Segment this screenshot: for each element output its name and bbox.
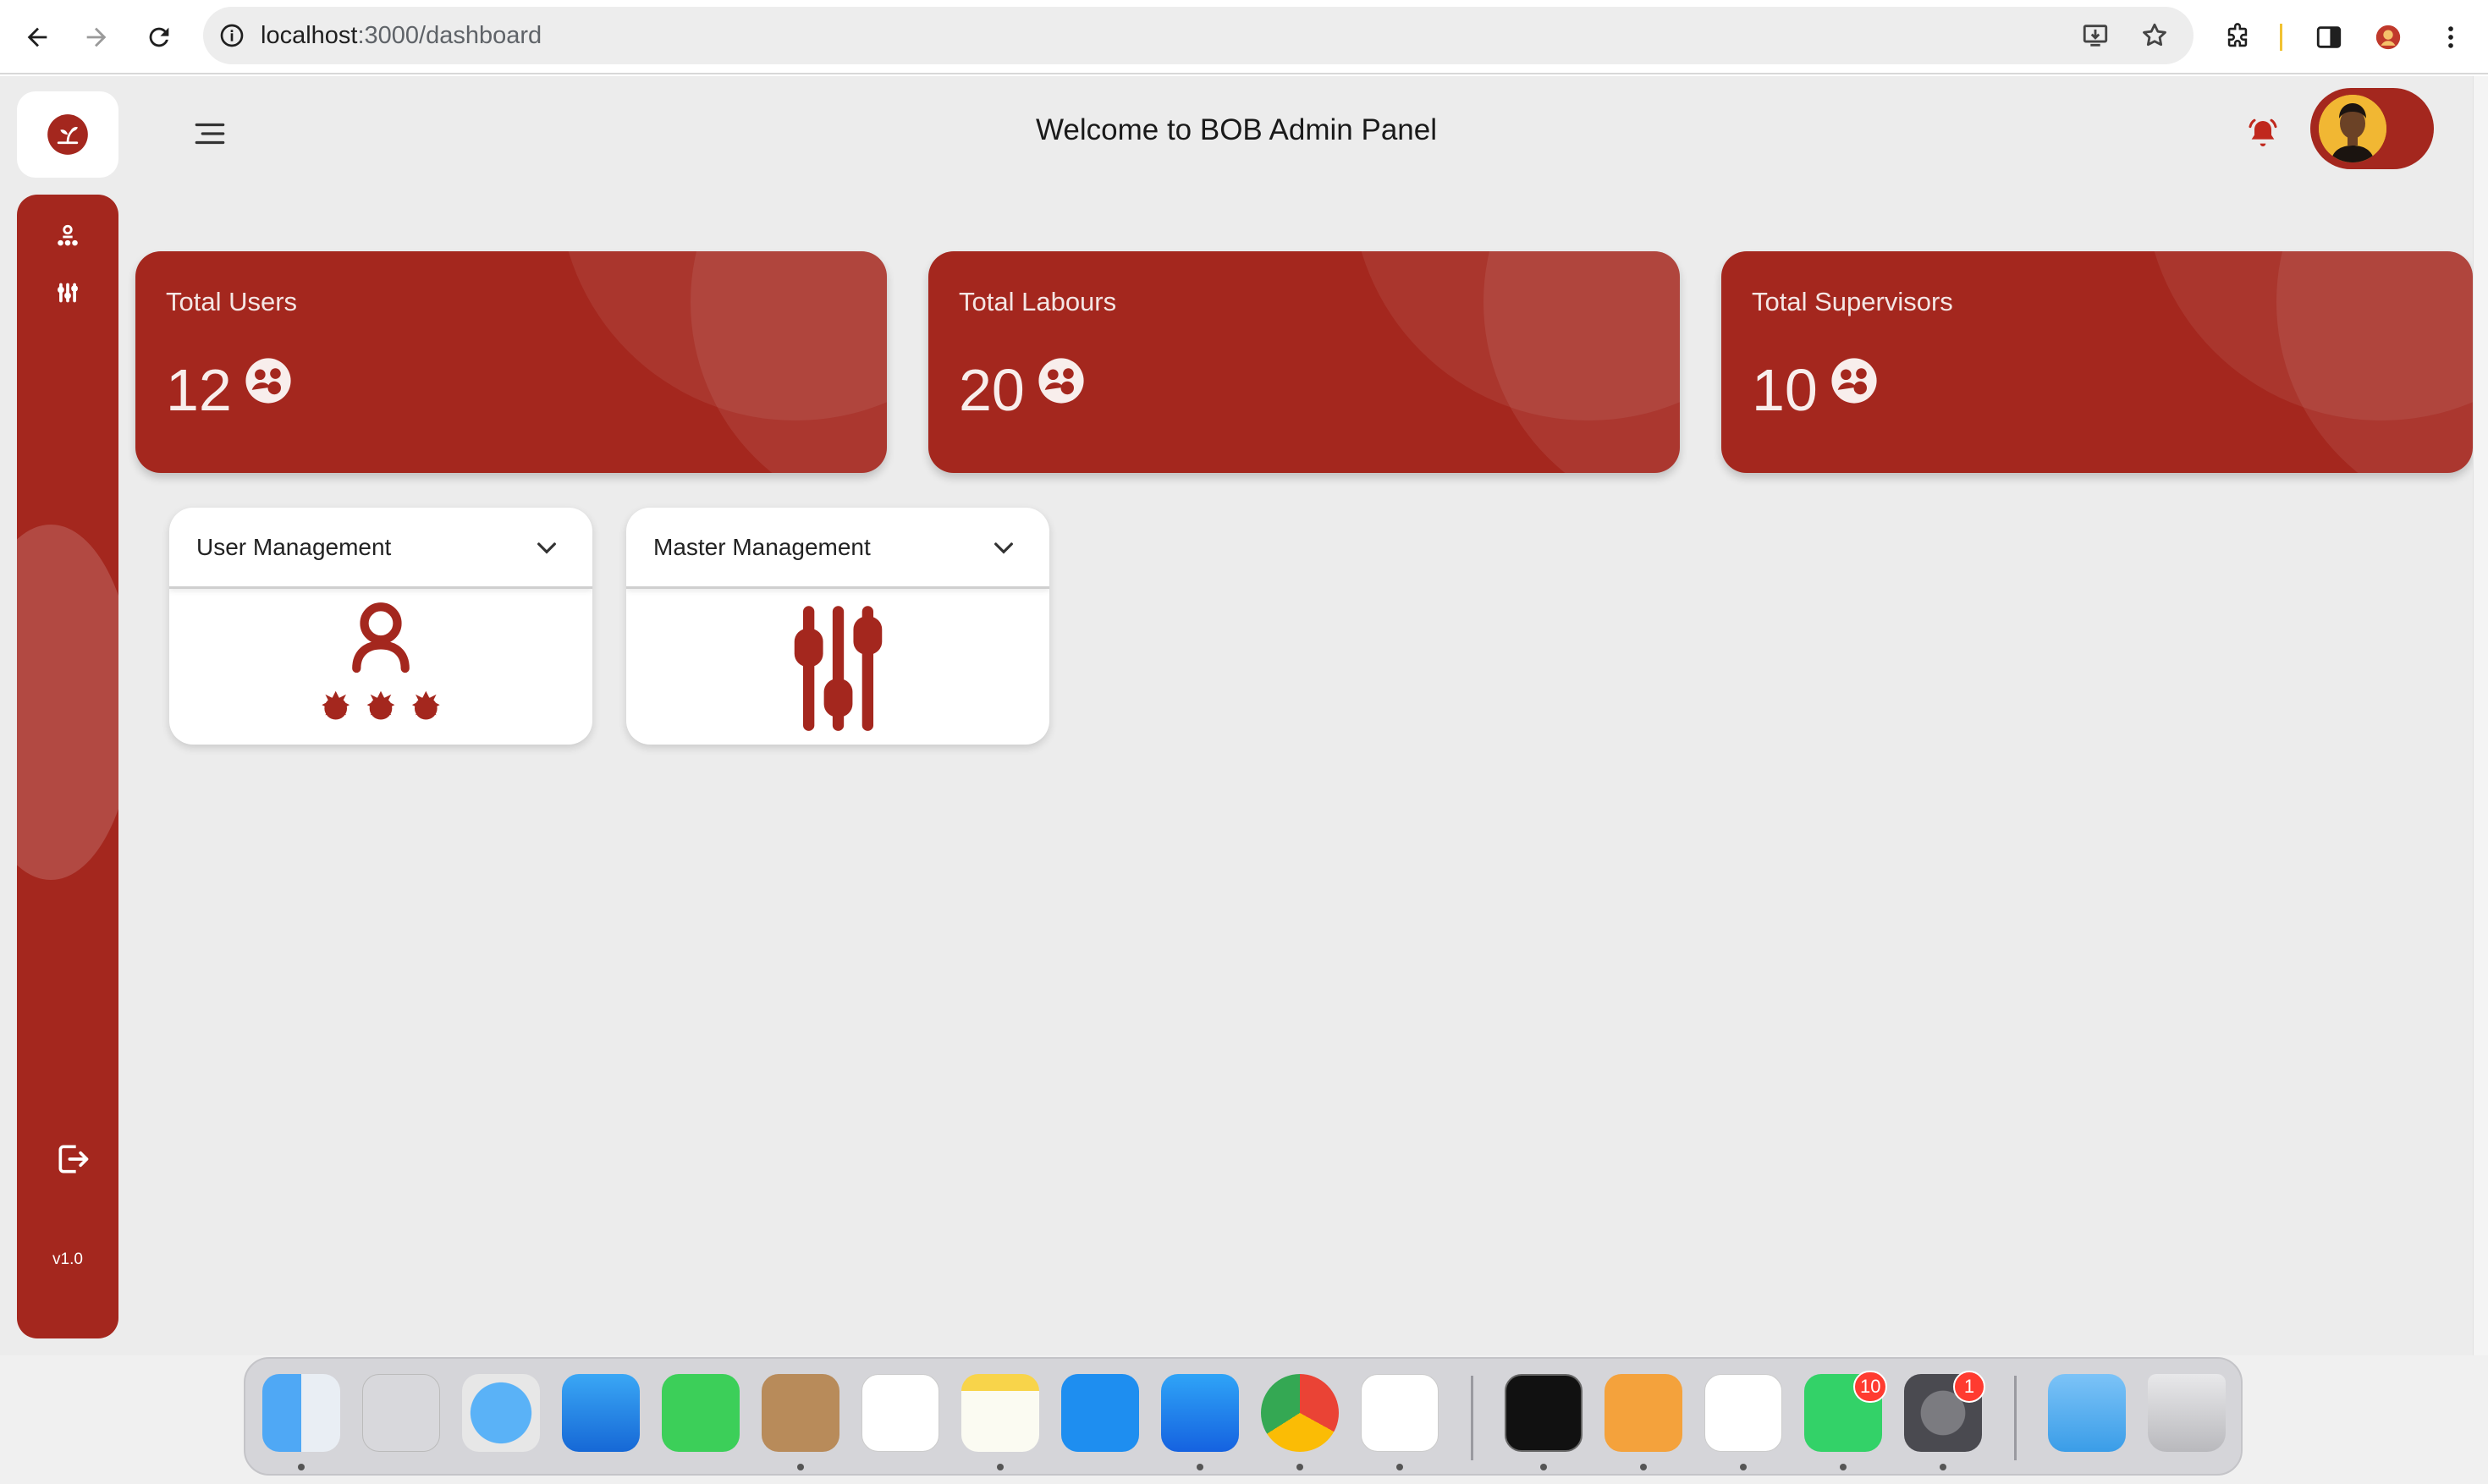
sliders-icon [626,596,1049,738]
url-text[interactable]: localhost:3000/dashboard [261,22,542,50]
address-bar[interactable]: localhost:3000/dashboard [203,7,2194,64]
contacts-icon[interactable] [762,1374,839,1452]
user-management-card[interactable]: User Management [169,508,592,745]
notification-badge: 10 [1853,1371,1888,1403]
user-management-nav-icon[interactable] [47,217,88,257]
stat-card-total-supervisors: Total Supervisors 10 [1721,251,2473,473]
app-viewport: v1.0 Welcome to BOB Admin Panel Total Us… [0,76,2473,1355]
vscode-icon[interactable] [1361,1374,1439,1452]
finder-icon[interactable] [262,1374,340,1452]
url-path: :3000/dashboard [357,21,542,49]
launchpad-icon[interactable] [362,1374,440,1452]
notification-bell-icon[interactable] [2239,110,2287,157]
sidebar: v1.0 [17,195,118,1338]
reload-icon[interactable] [137,15,181,59]
stat-label: Total Users [166,287,298,316]
profile-avatar-icon[interactable] [2366,15,2410,59]
install-app-icon[interactable] [2078,19,2112,52]
url-host: localhost [261,21,358,49]
browser-menu-icon[interactable] [2429,15,2473,59]
mail-icon[interactable] [562,1374,640,1452]
facetime-icon[interactable] [662,1374,740,1452]
back-icon[interactable] [15,15,59,59]
logout-icon[interactable] [52,1139,93,1179]
chrome-icon[interactable] [1261,1374,1339,1452]
supervisors-stat-icon [1831,358,1877,404]
stat-value: 12 [166,357,232,423]
user-hierarchy-icon [169,596,592,738]
pages-icon[interactable] [1605,1374,1682,1452]
labours-stat-icon [1038,358,1084,404]
notification-badge: 1 [1953,1371,1985,1403]
bookmark-star-icon[interactable] [2138,19,2171,52]
reminders-icon[interactable] [861,1374,939,1452]
card-title: Master Management [653,533,871,560]
stat-label: Total Supervisors [1752,287,1953,316]
whatsapp-icon[interactable]: 10 [1804,1371,1888,1452]
stat-label: Total Labours [959,287,1117,316]
downloads-folder-icon[interactable] [2048,1374,2126,1452]
stat-value: 20 [959,357,1025,423]
master-management-header[interactable]: Master Management [626,508,1049,589]
chevron-down-icon[interactable] [990,534,1017,561]
profile-button[interactable] [2310,88,2434,169]
system-settings-icon[interactable]: 1 [1904,1371,1985,1452]
scrollbar[interactable] [2473,76,2488,1355]
sidebar-decoration [17,525,118,880]
safari-icon[interactable] [462,1374,540,1452]
users-stat-icon [245,358,291,404]
chevron-down-icon[interactable] [533,534,560,561]
card-title: User Management [196,533,392,560]
site-info-icon[interactable] [215,19,249,52]
extensions-icon[interactable] [2216,15,2260,59]
terminal-icon[interactable] [1505,1374,1583,1452]
browser-toolbar: localhost:3000/dashboard [0,0,2488,74]
forward-icon[interactable] [74,15,118,59]
toolbar-divider [2280,24,2282,51]
notes-icon[interactable] [961,1374,1039,1452]
avatar [2319,95,2386,162]
master-management-card[interactable]: Master Management [626,508,1049,745]
app-version: v1.0 [52,1250,83,1268]
stat-card-total-users: Total Users 12 [135,251,887,473]
page-title: Welcome to BOB Admin Panel [1035,113,1438,146]
app-store-icon[interactable] [1161,1374,1239,1452]
trash-icon[interactable] [2148,1374,2226,1452]
stat-card-total-labours: Total Labours 20 [928,251,1680,473]
side-panel-icon[interactable] [2307,15,2351,59]
dock: 10 1 [244,1357,2243,1476]
android-studio-icon[interactable] [1704,1374,1782,1452]
keynote-icon[interactable] [1061,1374,1139,1452]
master-management-nav-icon[interactable] [47,272,88,313]
stat-value: 10 [1752,357,1818,423]
user-management-header[interactable]: User Management [169,508,592,589]
